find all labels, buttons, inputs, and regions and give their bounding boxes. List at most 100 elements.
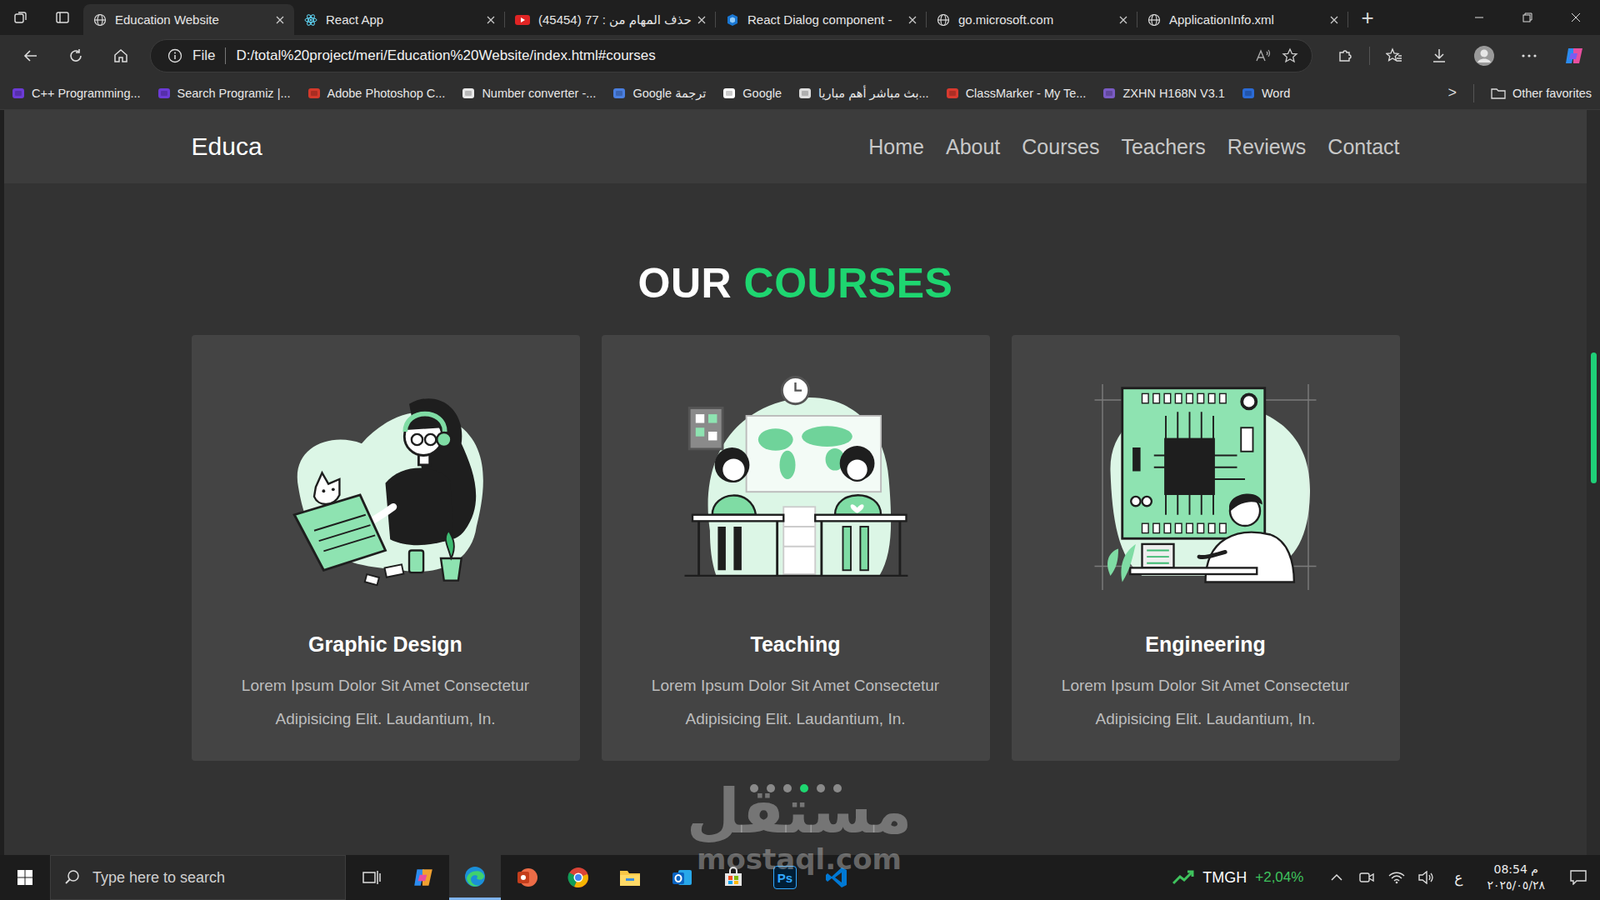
- site-logo[interactable]: Educa: [191, 132, 263, 161]
- read-aloud-icon[interactable]: [1255, 48, 1272, 64]
- vscode-icon: [825, 865, 849, 890]
- folder-icon: [1490, 86, 1506, 100]
- more-favorites-button[interactable]: >: [1447, 84, 1457, 102]
- pagination-dot[interactable]: [766, 784, 775, 793]
- page-scrollbar[interactable]: [1586, 110, 1600, 855]
- favorite-label: C++ Programming...: [31, 86, 141, 100]
- taskbar-app[interactable]: [604, 855, 656, 900]
- taskbar-app[interactable]: [449, 855, 501, 900]
- favorite-link[interactable]: Google ترجمة: [612, 86, 706, 100]
- volume-button[interactable]: [1411, 855, 1442, 900]
- nav-link[interactable]: Teachers: [1120, 135, 1205, 160]
- tab-label: ApplicationInfo.xml: [1169, 12, 1322, 27]
- address-url[interactable]: D:/total%20project/meri/Education%20Webs…: [235, 47, 655, 65]
- taskbar-app[interactable]: [707, 855, 760, 900]
- favorite-link[interactable]: Google: [722, 86, 782, 100]
- browser-tab[interactable]: go.microsoft.com: [926, 4, 1138, 35]
- file-explorer-icon: [618, 866, 642, 889]
- course-card[interactable]: Teaching Lorem Ipsum Dolor Sit Amet Cons…: [601, 335, 990, 761]
- minimize-icon: [1474, 12, 1485, 23]
- browser-tab[interactable]: Education Website: [83, 4, 295, 35]
- browser-tab[interactable]: React App: [294, 4, 505, 35]
- favorite-link[interactable]: ClassMarker - My Te...: [945, 86, 1087, 100]
- extensions-button[interactable]: [1324, 39, 1366, 73]
- scrollbar-thumb[interactable]: [1590, 352, 1597, 484]
- profile-button[interactable]: [1463, 39, 1505, 73]
- nav-link[interactable]: About: [945, 135, 1000, 160]
- pagination-dot[interactable]: [816, 784, 825, 793]
- other-favorites-folder[interactable]: Other favorites: [1490, 86, 1592, 100]
- favorite-label: ZXHN H168N V3.1: [1122, 86, 1225, 100]
- close-icon[interactable]: [1330, 15, 1339, 25]
- taskbar-app[interactable]: Ps: [759, 855, 811, 900]
- taskbar-app[interactable]: [810, 855, 863, 900]
- taskbar-search[interactable]: Type here to search: [50, 855, 346, 900]
- taskbar-app[interactable]: [552, 855, 605, 900]
- designer-illustration-icon: [266, 368, 505, 606]
- meet-now-button[interactable]: [1351, 855, 1382, 900]
- nav-link[interactable]: Contact: [1327, 135, 1400, 160]
- close-icon[interactable]: [908, 15, 917, 25]
- favorite-label: بث مباشر أهم مباريا...: [818, 86, 930, 100]
- network-button[interactable]: [1381, 855, 1412, 900]
- close-icon[interactable]: [275, 15, 285, 25]
- favorite-star-icon[interactable]: [1281, 47, 1299, 65]
- favorite-label: Word: [1261, 86, 1290, 100]
- more-dots-icon: [1520, 53, 1538, 59]
- home-button[interactable]: [100, 39, 142, 73]
- browser-tab[interactable]: ApplicationInfo.xml: [1137, 4, 1349, 35]
- input-language-button[interactable]: ع: [1441, 855, 1475, 900]
- address-bar[interactable]: File D:/total%20project/meri/Education%2…: [150, 39, 1313, 73]
- nav-link[interactable]: Home: [868, 135, 925, 160]
- pagination-dot[interactable]: [783, 784, 792, 793]
- close-icon[interactable]: [486, 15, 495, 25]
- more-button[interactable]: [1508, 39, 1550, 73]
- pagination-dot[interactable]: [750, 784, 759, 793]
- downloads-button[interactable]: [1418, 39, 1460, 73]
- copilot-button[interactable]: [1553, 39, 1595, 73]
- close-icon[interactable]: [697, 15, 706, 25]
- close-icon[interactable]: [1119, 15, 1128, 25]
- restore-button[interactable]: [1503, 0, 1552, 35]
- favicon-icon: [612, 86, 626, 100]
- course-card[interactable]: Graphic Design Lorem Ipsum Dolor Sit Ame…: [191, 335, 580, 761]
- favorite-link[interactable]: ZXHN H168N V3.1: [1102, 86, 1225, 100]
- reload-button[interactable]: [55, 39, 97, 73]
- favorite-link[interactable]: Search Programiz |...: [157, 86, 291, 100]
- watermark-arabic: مستقل: [686, 775, 913, 847]
- start-button[interactable]: [0, 855, 50, 900]
- favorite-link[interactable]: C++ Programming...: [11, 86, 141, 100]
- pagination-dot[interactable]: [833, 784, 842, 793]
- workspaces-button[interactable]: [0, 0, 42, 35]
- tab-actions-button[interactable]: [41, 0, 84, 35]
- nav-link[interactable]: Reviews: [1227, 135, 1306, 160]
- new-tab-button[interactable]: +: [1348, 0, 1387, 35]
- back-button[interactable]: [10, 39, 52, 73]
- globe-icon: [1147, 13, 1161, 27]
- nav-link[interactable]: Courses: [1021, 135, 1100, 160]
- browser-tab[interactable]: React Dialog component -: [715, 4, 927, 35]
- notifications-button[interactable]: [1556, 855, 1600, 900]
- taskbar-app[interactable]: [345, 855, 398, 900]
- taskbar-app[interactable]: [655, 855, 708, 900]
- clock-button[interactable]: 08:54 م ٢٠٢٥/٠٥/٢٨: [1475, 855, 1557, 900]
- show-hidden-icons-button[interactable]: [1321, 855, 1352, 900]
- youtube-icon: [515, 14, 530, 26]
- favorites-button[interactable]: [1373, 39, 1415, 73]
- favorite-link[interactable]: Number converter -...: [461, 86, 596, 100]
- favorite-link[interactable]: Word: [1241, 86, 1290, 100]
- browser-tab[interactable]: حذف المهام من : 77 (45454): [505, 4, 716, 35]
- course-card[interactable]: Engineering Lorem Ipsum Dolor Sit Amet C…: [1011, 335, 1400, 761]
- minimize-button[interactable]: [1455, 0, 1504, 35]
- stock-widget[interactable]: TMGH +2,04%: [1162, 855, 1322, 900]
- clock-date: ٢٠٢٥/٠٥/٢٨: [1486, 877, 1545, 894]
- taskbar-app[interactable]: [500, 855, 553, 900]
- close-window-button[interactable]: [1551, 0, 1600, 35]
- pagination-dot[interactable]: [800, 784, 809, 793]
- course-title: Engineering: [1145, 630, 1265, 658]
- favorite-link[interactable]: Adobe Photoshop C...: [307, 86, 446, 100]
- react-icon: [304, 13, 318, 27]
- favorite-link[interactable]: بث مباشر أهم مباريا...: [798, 86, 930, 100]
- taskbar-app[interactable]: [397, 855, 450, 900]
- info-icon[interactable]: [167, 48, 183, 64]
